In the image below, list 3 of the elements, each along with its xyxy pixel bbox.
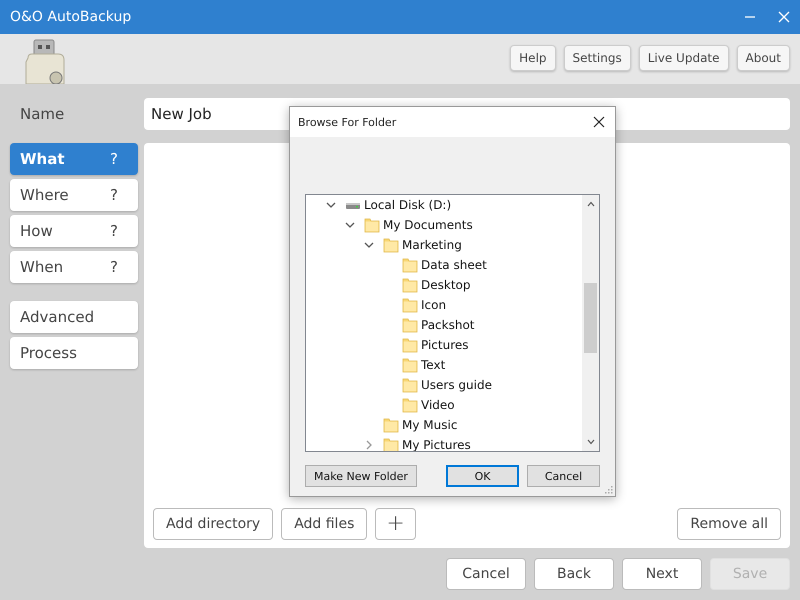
dialog-title: Browse For Folder — [298, 116, 396, 128]
window-title: O&O AutoBackup — [10, 9, 132, 25]
name-label: Name — [19, 105, 66, 123]
